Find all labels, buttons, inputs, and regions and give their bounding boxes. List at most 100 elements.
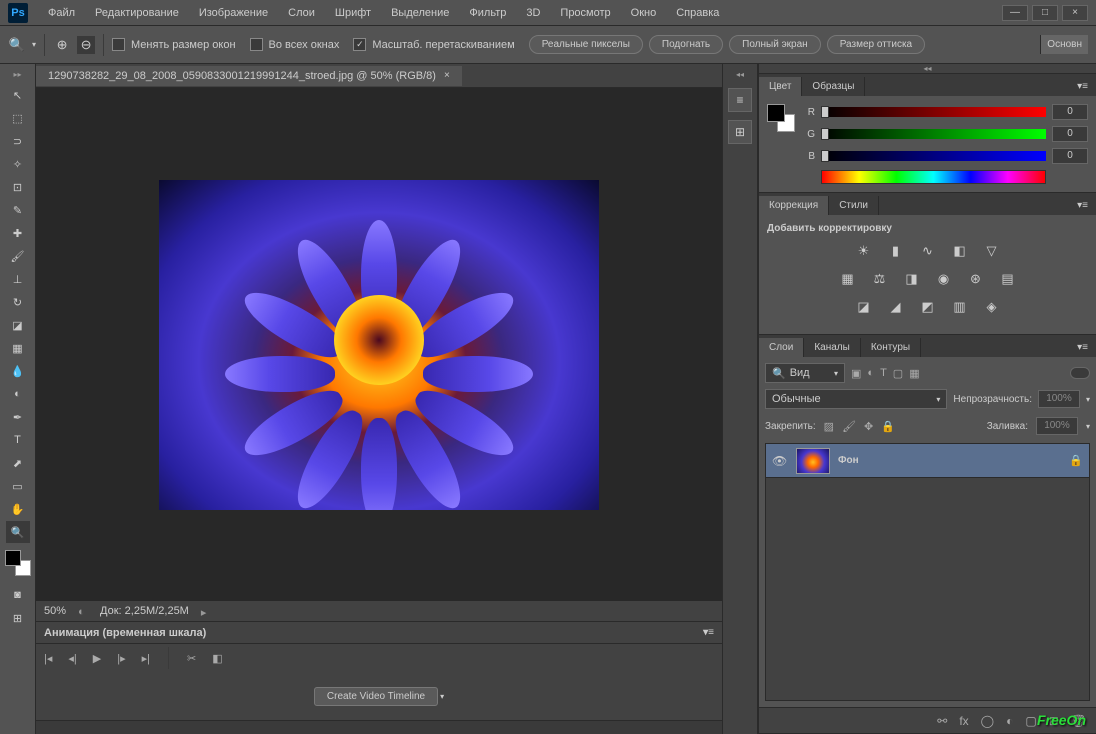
blend-mode-select[interactable]: Обычные▾ [765, 389, 947, 409]
gradient-map-icon[interactable]: ▥ [951, 298, 969, 316]
layer-row[interactable]: 👁 Фон 🔒 [766, 444, 1089, 478]
minimize-button[interactable]: — [1002, 5, 1028, 21]
menu-help[interactable]: Справка [668, 3, 727, 23]
opacity-value[interactable]: 100% [1038, 390, 1080, 408]
dock-properties-icon[interactable]: ⊞ [728, 120, 752, 144]
link-layers-icon[interactable]: ⚯ [937, 714, 947, 728]
lock-transparent-icon[interactable]: ▨ [824, 420, 834, 433]
curves-icon[interactable]: ∿ [919, 242, 937, 260]
menu-edit[interactable]: Редактирование [87, 3, 187, 23]
document-close-icon[interactable]: × [444, 70, 450, 81]
pen-tool[interactable]: ✒ [6, 406, 30, 428]
print-size-button[interactable]: Размер оттиска [827, 35, 925, 54]
posterize-icon[interactable]: ◢ [887, 298, 905, 316]
workspace-switcher[interactable]: Основн [1040, 35, 1088, 54]
lasso-tool[interactable]: ⊃ [6, 130, 30, 152]
fit-screen-button[interactable]: Подогнать [649, 35, 723, 54]
crop-tool[interactable]: ⊡ [6, 176, 30, 198]
menu-3d[interactable]: 3D [518, 3, 548, 23]
layer-name-label[interactable]: Фон [838, 455, 859, 466]
layer-mask-icon[interactable]: ◯ [981, 714, 994, 728]
r-value[interactable]: 0 [1052, 104, 1088, 120]
b-slider[interactable] [821, 151, 1046, 161]
tab-styles[interactable]: Стили [829, 196, 879, 215]
filter-shape-icon[interactable]: ▢ [893, 367, 903, 380]
lock-pixels-icon[interactable]: 🖌 [842, 420, 856, 433]
tab-layers[interactable]: Слои [759, 338, 804, 357]
tab-paths[interactable]: Контуры [861, 338, 921, 357]
exposure-icon[interactable]: ◧ [951, 242, 969, 260]
layer-thumbnail[interactable] [796, 448, 830, 474]
timeline-next-icon[interactable]: |▸ [117, 652, 125, 665]
color-swatches[interactable] [5, 550, 31, 576]
blur-tool[interactable]: 💧 [6, 360, 30, 382]
fill-value[interactable]: 100% [1036, 417, 1078, 435]
lookup-icon[interactable]: ▤ [999, 270, 1017, 288]
invert-icon[interactable]: ◪ [855, 298, 873, 316]
shape-tool[interactable]: ▭ [6, 475, 30, 497]
maximize-button[interactable]: □ [1032, 5, 1058, 21]
filter-image-icon[interactable]: ▣ [851, 367, 861, 380]
timeline-last-icon[interactable]: ▸| [142, 652, 150, 665]
filter-type-icon[interactable]: T [880, 367, 887, 379]
tab-adjustments[interactable]: Коррекция [759, 196, 829, 215]
dropdown-icon[interactable]: ▾ [32, 40, 36, 49]
panels-collapse-icon[interactable]: ◂◂ [759, 64, 1096, 74]
menu-layer[interactable]: Слои [280, 3, 323, 23]
close-button[interactable]: × [1062, 5, 1088, 21]
timeline-first-icon[interactable]: |◂ [44, 652, 52, 665]
layer-filter-select[interactable]: 🔍Вид▾ [765, 363, 845, 383]
menu-image[interactable]: Изображение [191, 3, 276, 23]
layers-menu-icon[interactable]: ▾≡ [1069, 338, 1096, 357]
layer-visibility-icon[interactable]: 👁 [772, 454, 788, 468]
menu-window[interactable]: Окно [623, 3, 665, 23]
screenmode-tool[interactable]: ⊞ [6, 607, 30, 629]
brush-tool[interactable]: 🖌 [6, 245, 30, 267]
create-timeline-button[interactable]: Create Video Timeline [314, 687, 438, 706]
tab-swatches[interactable]: Образцы [802, 77, 865, 96]
drag-zoom-checkbox[interactable]: ✓ [353, 38, 366, 51]
new-group-icon[interactable]: ▢ [1025, 714, 1036, 728]
eraser-tool[interactable]: ◪ [6, 314, 30, 336]
filter-toggle[interactable] [1070, 367, 1090, 379]
zoom-in-icon[interactable]: ⊕ [53, 36, 71, 54]
actual-pixels-button[interactable]: Реальные пикселы [529, 35, 643, 54]
move-tool[interactable]: ↖ [6, 84, 30, 106]
dock-history-icon[interactable]: ≡ [728, 88, 752, 112]
dodge-tool[interactable]: ◐ [6, 383, 30, 405]
gradient-tool[interactable]: ▦ [6, 337, 30, 359]
timeline-scrollbar[interactable] [36, 720, 722, 734]
eyedropper-tool[interactable]: ✎ [6, 199, 30, 221]
timeline-transition-icon[interactable]: ◧ [212, 652, 222, 665]
tab-channels[interactable]: Каналы [804, 338, 861, 357]
color-panel-swatches[interactable] [767, 104, 795, 132]
create-timeline-dropdown-icon[interactable]: ▾ [440, 692, 444, 701]
path-select-tool[interactable]: ⬈ [6, 452, 30, 474]
tools-collapse-icon[interactable]: ▸▸ [0, 70, 35, 80]
magic-wand-tool[interactable]: ✧ [6, 153, 30, 175]
type-tool[interactable]: T [6, 429, 30, 451]
marquee-tool[interactable]: ⬚ [6, 107, 30, 129]
photo-filter-icon[interactable]: ◉ [935, 270, 953, 288]
zoom-out-icon[interactable]: ⊖ [77, 36, 95, 54]
timeline-play-icon[interactable]: ▶ [93, 652, 101, 665]
dock-collapse-icon[interactable]: ◂◂ [723, 70, 757, 80]
layer-fx-icon[interactable]: fx [959, 714, 968, 728]
balance-icon[interactable]: ⚖ [871, 270, 889, 288]
all-windows-checkbox[interactable] [250, 38, 263, 51]
stamp-tool[interactable]: ⊥ [6, 268, 30, 290]
color-spectrum[interactable] [821, 170, 1046, 184]
full-screen-button[interactable]: Полный экран [729, 35, 821, 54]
adjust-menu-icon[interactable]: ▾≡ [1069, 196, 1096, 215]
g-slider[interactable] [821, 129, 1046, 139]
zoom-tool[interactable]: 🔍 [6, 521, 30, 543]
r-slider[interactable] [821, 107, 1046, 117]
timeline-cut-icon[interactable]: ✂ [187, 652, 196, 665]
menu-type[interactable]: Шрифт [327, 3, 379, 23]
menu-filter[interactable]: Фильтр [461, 3, 514, 23]
filter-smart-icon[interactable]: ▦ [909, 367, 919, 380]
g-value[interactable]: 0 [1052, 126, 1088, 142]
history-brush-tool[interactable]: ↻ [6, 291, 30, 313]
resize-windows-checkbox[interactable] [112, 38, 125, 51]
selective-icon[interactable]: ◈ [983, 298, 1001, 316]
